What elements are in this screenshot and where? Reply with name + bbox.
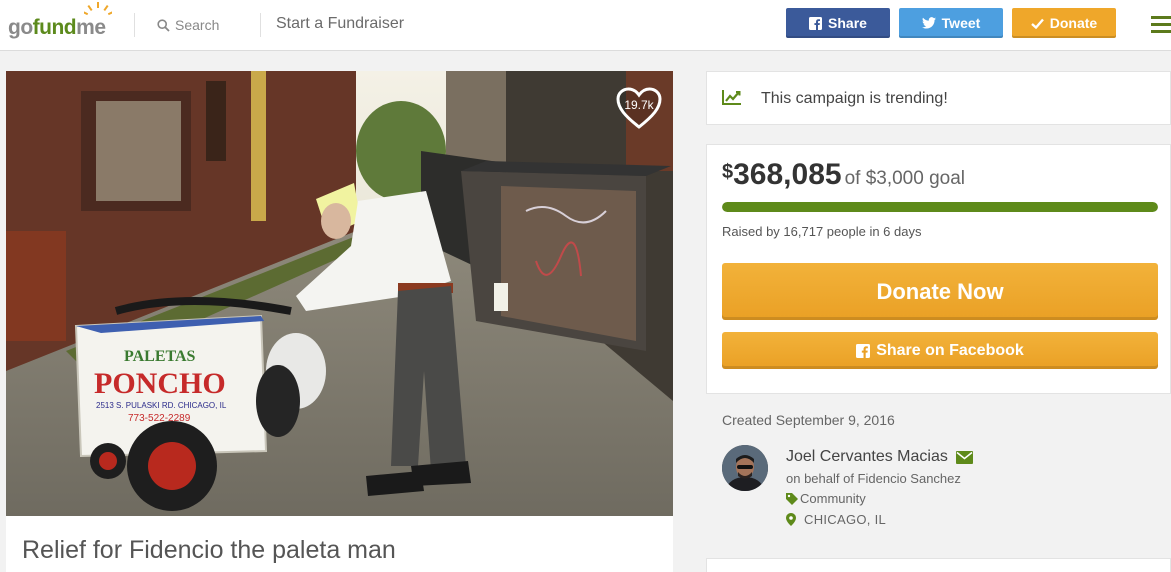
location-label: CHICAGO, IL: [804, 512, 887, 527]
facebook-icon: [809, 16, 823, 30]
facebook-share-button[interactable]: Share: [786, 8, 890, 38]
top-header: gofundme Search Start a Fundraiser Share…: [0, 0, 1171, 51]
location: CHICAGO, IL: [786, 512, 886, 527]
amount-raised: $368,085 of $3,000 goal: [722, 158, 965, 192]
share-label: Share: [828, 15, 867, 31]
cart-brand-text: PALETAS: [124, 348, 196, 365]
search-icon: [157, 18, 170, 32]
campaign-photo: PALETAS PONCHO 2513 S. PULASKI RD. CHICA…: [6, 71, 673, 516]
donate-label: Donate: [1049, 15, 1098, 31]
map-pin-icon: [786, 513, 796, 526]
heart-count: 19.7k: [624, 98, 654, 112]
organizer: Joel Cervantes Macias: [786, 448, 973, 466]
currency-symbol: $: [722, 161, 734, 183]
amount-value: 368,085: [733, 158, 842, 191]
envelope-icon[interactable]: [955, 450, 973, 464]
trending-text: This campaign is trending!: [761, 90, 948, 107]
tweet-button[interactable]: Tweet: [899, 8, 1003, 38]
campaign-title-card: Relief for Fidencio the paleta man: [6, 516, 673, 572]
avatar[interactable]: [722, 445, 768, 491]
start-fundraiser-link[interactable]: Start a Fundraiser: [276, 15, 404, 33]
photo-illustration: PALETAS PONCHO 2513 S. PULASKI RD. CHICA…: [6, 71, 673, 516]
cart-name-text: PONCHO: [94, 367, 226, 400]
hamburger-menu-icon[interactable]: [1151, 16, 1171, 37]
category-label: Community: [800, 491, 866, 506]
logo-wordmark: gofundme: [8, 16, 106, 39]
share-on-facebook-button[interactable]: Share on Facebook: [722, 332, 1158, 369]
cart-address-text: 2513 S. PULASKI RD. CHICAGO, IL: [96, 401, 227, 410]
goal-text: of $3,000 goal: [844, 168, 966, 189]
header-donate-button[interactable]: Donate: [1012, 8, 1116, 38]
raised-by-text: Raised by 16,717 people in 6 days: [722, 224, 922, 239]
trending-card: This campaign is trending!: [706, 71, 1171, 125]
tag-icon: [786, 492, 798, 505]
gofundme-logo[interactable]: gofundme: [8, 2, 118, 42]
facebook-icon: [856, 343, 871, 358]
created-date: Created September 9, 2016: [722, 412, 895, 428]
search-label: Search: [175, 17, 220, 33]
next-card: [706, 558, 1171, 572]
trending-chart-icon: [722, 90, 741, 105]
twitter-bird-icon: [921, 17, 936, 29]
donate-now-button[interactable]: Donate Now: [722, 263, 1158, 320]
category[interactable]: Community: [786, 491, 866, 506]
checkmark-icon: [1030, 18, 1044, 29]
header-divider: [134, 13, 135, 37]
organizer-name[interactable]: Joel Cervantes Macias: [786, 448, 948, 466]
progress-fill: [722, 202, 1158, 212]
header-divider: [260, 13, 261, 37]
progress-bar: [722, 202, 1158, 212]
fundraising-card: $368,085 of $3,000 goal Raised by 16,717 …: [706, 144, 1171, 394]
campaign-title: Relief for Fidencio the paleta man: [22, 536, 396, 564]
search-link[interactable]: Search: [157, 15, 219, 35]
tweet-label: Tweet: [941, 15, 981, 31]
share-on-facebook-label: Share on Facebook: [876, 341, 1024, 359]
organizer-photo: [722, 445, 768, 491]
on-behalf-of: on behalf of Fidencio Sanchez: [786, 471, 961, 486]
sun-rays-icon: [84, 2, 112, 16]
